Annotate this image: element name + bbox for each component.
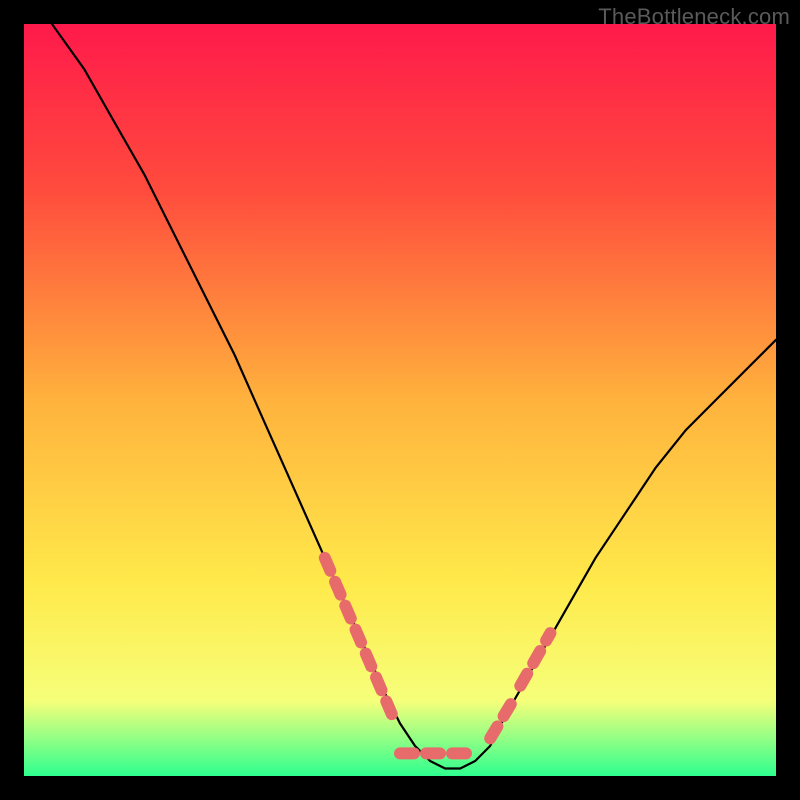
chart-svg — [0, 0, 800, 800]
bottleneck-chart: TheBottleneck.com — [0, 0, 800, 800]
watermark-text: TheBottleneck.com — [598, 4, 790, 30]
plot-background — [24, 24, 776, 776]
